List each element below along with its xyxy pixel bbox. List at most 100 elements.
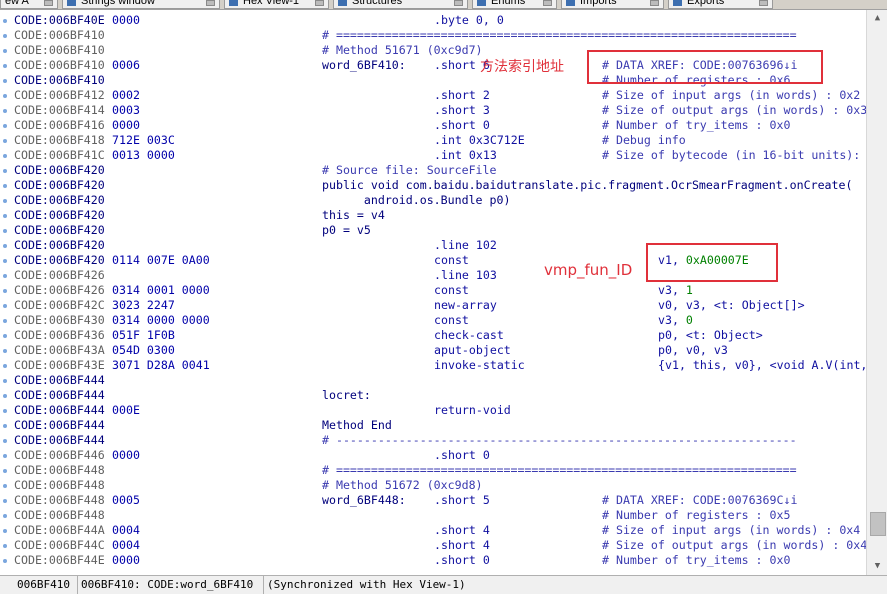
vertical-scrollbar[interactable]: ▲ ▼ — [866, 10, 887, 575]
breakpoint-dot-icon[interactable] — [3, 394, 7, 398]
breakpoint-dot-icon[interactable] — [3, 259, 7, 263]
breakpoint-dot-icon[interactable] — [3, 154, 7, 158]
close-icon[interactable] — [206, 0, 215, 6]
disassembly-line[interactable]: CODE:006BF446 0000 .short 0 — [14, 448, 866, 463]
breakpoint-dot-icon[interactable] — [3, 409, 7, 413]
line-bytes: 054D 0300 — [112, 343, 175, 357]
line-bytes: 0000 — [112, 448, 140, 462]
disassembly-line[interactable]: CODE:006BF43E 3071 D28A 0041 invoke-static… — [14, 358, 866, 373]
scroll-down-icon[interactable]: ▼ — [867, 558, 887, 575]
breakpoint-dot-icon[interactable] — [3, 379, 7, 383]
disassembly-line[interactable]: CODE:006BF44E 0000 .short 0 # Number of try… — [14, 553, 866, 568]
disassembly-line[interactable]: CODE:006BF418 712E 003C .int 0x3C712E # Deb… — [14, 133, 866, 148]
disassembly-view[interactable]: CODE:006BF40E 0000 .byte 0, 0 CODE:006BF410… — [0, 10, 866, 575]
breakpoint-dot-icon[interactable] — [3, 214, 7, 218]
disassembly-line[interactable]: CODE:006BF44C 0004 .short 4 # Size of outpu… — [14, 538, 866, 553]
disassembly-line[interactable]: CODE:006BF44A 0004 .short 4 # Size of input… — [14, 523, 866, 538]
tab-ew-a[interactable]: ew A — [0, 0, 58, 9]
line-address: CODE:006BF448 — [14, 493, 105, 507]
disassembly-line[interactable]: CODE:006BF444 Method End — [14, 418, 866, 433]
breakpoint-dot-icon[interactable] — [3, 319, 7, 323]
disassembly-line[interactable]: CODE:006BF43A 054D 0300 aput-object p0, v0,… — [14, 343, 866, 358]
breakpoint-dot-icon[interactable] — [3, 544, 7, 548]
disassembly-line[interactable]: CODE:006BF416 0000 .short 0 # Number of try… — [14, 118, 866, 133]
breakpoint-dot-icon[interactable] — [3, 424, 7, 428]
disassembly-line[interactable]: CODE:006BF41C 0013 0000 .int 0x13 # Size of… — [14, 148, 866, 163]
breakpoint-dot-icon[interactable] — [3, 364, 7, 368]
tab-hex-view-1[interactable]: Hex View-1 — [224, 0, 329, 9]
line-label: locret: — [322, 388, 371, 402]
disassembly-line[interactable]: CODE:006BF420 this = v4 — [14, 208, 866, 223]
breakpoint-dot-icon[interactable] — [3, 349, 7, 353]
breakpoint-gutter[interactable] — [0, 10, 12, 575]
tab-enums[interactable]: Enums — [472, 0, 557, 9]
operand-number: 1 — [685, 283, 693, 297]
breakpoint-dot-icon[interactable] — [3, 244, 7, 248]
disassembly-line[interactable]: CODE:006BF444 locret: — [14, 388, 866, 403]
disassembly-line[interactable]: CODE:006BF420 # Source file: SourceFile — [14, 163, 866, 178]
breakpoint-dot-icon[interactable] — [3, 559, 7, 563]
breakpoint-dot-icon[interactable] — [3, 109, 7, 113]
tab-exports[interactable]: Exports — [668, 0, 773, 9]
disassembly-line[interactable]: CODE:006BF448 # Method 51672 (0xc9d8) — [14, 478, 866, 493]
line-instruction: return-void — [434, 403, 511, 417]
tab-structures[interactable]: Structures — [333, 0, 468, 9]
breakpoint-dot-icon[interactable] — [3, 139, 7, 143]
close-icon[interactable] — [543, 0, 552, 6]
close-icon[interactable] — [759, 0, 768, 6]
structures-icon — [338, 0, 347, 6]
disassembly-line[interactable]: CODE:006BF444 — [14, 373, 866, 388]
disassembly-line[interactable]: CODE:006BF420 public void com.baidu.baidu… — [14, 178, 866, 193]
scroll-thumb[interactable] — [870, 512, 886, 536]
disassembly-line[interactable]: CODE:006BF42C 3023 2247 new-array v0, v3, <… — [14, 298, 866, 313]
disassembly-line[interactable]: CODE:006BF448 # =========================… — [14, 463, 866, 478]
breakpoint-dot-icon[interactable] — [3, 469, 7, 473]
breakpoint-dot-icon[interactable] — [3, 34, 7, 38]
line-bytes: 0005 — [112, 493, 140, 507]
breakpoint-dot-icon[interactable] — [3, 124, 7, 128]
tab-strings-window[interactable]: Strings window — [62, 0, 220, 9]
breakpoint-dot-icon[interactable] — [3, 94, 7, 98]
breakpoint-dot-icon[interactable] — [3, 64, 7, 68]
breakpoint-dot-icon[interactable] — [3, 274, 7, 278]
disassembly-line[interactable]: CODE:006BF414 0003 .short 3 # Size of outpu… — [14, 103, 866, 118]
breakpoint-dot-icon[interactable] — [3, 439, 7, 443]
breakpoint-dot-icon[interactable] — [3, 529, 7, 533]
scroll-up-icon[interactable]: ▲ — [867, 10, 887, 27]
close-icon[interactable] — [44, 0, 53, 6]
disassembly-line[interactable]: CODE:006BF420 android.os.Bundle p0) — [14, 193, 866, 208]
breakpoint-dot-icon[interactable] — [3, 169, 7, 173]
close-icon[interactable] — [650, 0, 659, 6]
line-instruction: const — [434, 253, 469, 267]
line-comment: # Size of input args (in words) : 0x2 — [602, 88, 861, 102]
breakpoint-dot-icon[interactable] — [3, 334, 7, 338]
disassembly-line[interactable]: CODE:006BF420 p0 = v5 — [14, 223, 866, 238]
breakpoint-dot-icon[interactable] — [3, 499, 7, 503]
disassembly-line[interactable]: CODE:006BF40E 0000 .byte 0, 0 — [14, 13, 866, 28]
breakpoint-dot-icon[interactable] — [3, 19, 7, 23]
disassembly-line[interactable]: CODE:006BF430 0314 0000 0000 const v3, 0 — [14, 313, 866, 328]
breakpoint-dot-icon[interactable] — [3, 49, 7, 53]
disassembly-line[interactable]: CODE:006BF426 0314 0001 0000 const v3, 1 — [14, 283, 866, 298]
breakpoint-dot-icon[interactable] — [3, 229, 7, 233]
disassembly-line[interactable]: CODE:006BF448 0005 word_6BF448: .short 5 # D… — [14, 493, 866, 508]
breakpoint-dot-icon[interactable] — [3, 454, 7, 458]
breakpoint-dot-icon[interactable] — [3, 79, 7, 83]
breakpoint-dot-icon[interactable] — [3, 184, 7, 188]
breakpoint-dot-icon[interactable] — [3, 514, 7, 518]
disassembly-line[interactable]: CODE:006BF412 0002 .short 2 # Size of input… — [14, 88, 866, 103]
breakpoint-dot-icon[interactable] — [3, 289, 7, 293]
disassembly-line[interactable]: CODE:006BF436 051F 1F0B check-cast p0, <t: … — [14, 328, 866, 343]
breakpoint-dot-icon[interactable] — [3, 304, 7, 308]
disassembly-line[interactable]: CODE:006BF448 # Number of registers : 0x5 — [14, 508, 866, 523]
tab-imports[interactable]: Imports — [561, 0, 664, 9]
disassembly-line[interactable]: CODE:006BF444 000E return-void — [14, 403, 866, 418]
line-address: CODE:006BF40E — [14, 13, 105, 27]
close-icon[interactable] — [454, 0, 463, 6]
close-icon[interactable] — [315, 0, 324, 6]
breakpoint-dot-icon[interactable] — [3, 484, 7, 488]
exports-icon — [673, 0, 682, 6]
disassembly-line[interactable]: CODE:006BF410 # =========================… — [14, 28, 866, 43]
disassembly-line[interactable]: CODE:006BF444 # -------------------------… — [14, 433, 866, 448]
breakpoint-dot-icon[interactable] — [3, 199, 7, 203]
